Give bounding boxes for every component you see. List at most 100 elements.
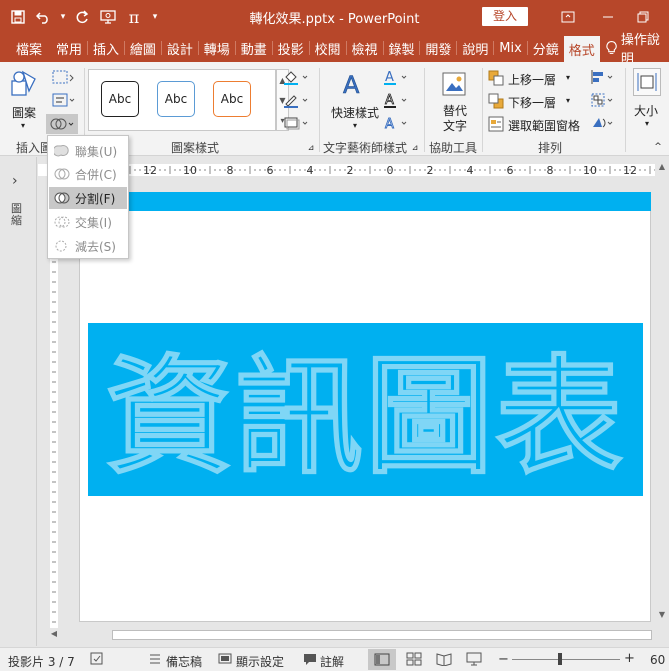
size-dropdown-icon[interactable]: ▾ bbox=[642, 119, 652, 128]
merge-shapes-button[interactable] bbox=[46, 114, 78, 134]
notes-icon[interactable] bbox=[148, 652, 162, 669]
sign-in-button[interactable]: 登入 bbox=[482, 7, 528, 26]
group-objects-icon[interactable] bbox=[588, 91, 618, 109]
quick-styles-label[interactable]: 快速樣式 bbox=[331, 104, 379, 121]
fragment-label: 分割(F) bbox=[75, 191, 116, 206]
shape-fill-icon[interactable] bbox=[280, 68, 312, 86]
svg-text:A: A bbox=[343, 71, 360, 99]
tab-design[interactable]: 設計 bbox=[162, 34, 198, 62]
thumbnail-panel-collapsed[interactable]: › 圖 縮 bbox=[0, 157, 37, 646]
shape-effects-icon[interactable] bbox=[280, 114, 312, 132]
pi-icon[interactable]: π bbox=[122, 6, 146, 28]
redo-icon[interactable] bbox=[70, 6, 94, 28]
align-icon[interactable] bbox=[588, 68, 618, 86]
bring-forward-dropdown-icon[interactable]: ▾ bbox=[563, 71, 573, 83]
tab-review[interactable]: 校閱 bbox=[310, 34, 346, 62]
zoom-in-icon[interactable]: + bbox=[624, 651, 635, 666]
tab-record[interactable]: 錄製 bbox=[383, 34, 419, 62]
normal-view-button[interactable] bbox=[368, 649, 396, 670]
shape-outline-icon[interactable] bbox=[280, 91, 312, 109]
menu-fragment[interactable]: 分割(F) bbox=[49, 187, 127, 209]
tab-storyboard[interactable]: 分鏡 bbox=[528, 34, 564, 62]
size-icon[interactable] bbox=[633, 68, 661, 96]
banner-text-outline[interactable]: 資訊圖表 bbox=[88, 323, 643, 496]
comments-icon[interactable] bbox=[303, 652, 317, 669]
selection-pane-icon[interactable] bbox=[487, 115, 505, 133]
slide-sorter-icon[interactable] bbox=[406, 652, 422, 669]
tab-home[interactable]: 常用 bbox=[51, 34, 87, 62]
shapes-gallery-icon[interactable] bbox=[8, 68, 40, 100]
tab-animations[interactable]: 動畫 bbox=[236, 34, 272, 62]
menu-intersect[interactable]: 交集(I) bbox=[49, 211, 127, 233]
ribbon-display-icon[interactable] bbox=[548, 0, 588, 34]
tab-insert[interactable]: 插入 bbox=[88, 34, 124, 62]
wordart-launcher-icon[interactable]: ⊿ bbox=[410, 142, 420, 152]
scroll-up-icon[interactable]: ▲ bbox=[656, 162, 668, 174]
tab-transitions[interactable]: 轉場 bbox=[199, 34, 235, 62]
comments-button[interactable]: 註解 bbox=[320, 653, 344, 670]
tab-mix[interactable]: Mix bbox=[494, 34, 527, 62]
shape-styles-launcher-icon[interactable]: ⊿ bbox=[306, 142, 316, 152]
zoom-level[interactable]: 60 bbox=[650, 653, 665, 667]
tab-format[interactable]: 格式 bbox=[563, 36, 600, 62]
tell-me-box[interactable]: 操作說明 bbox=[606, 33, 669, 67]
menu-subtract[interactable]: 減去(S) bbox=[49, 235, 127, 257]
display-settings-button[interactable]: 顯示設定 bbox=[236, 653, 284, 670]
collapse-ribbon-icon[interactable]: ^ bbox=[652, 142, 664, 152]
text-effects-icon[interactable]: A bbox=[380, 114, 412, 132]
text-outline-icon[interactable]: A bbox=[380, 91, 412, 109]
scroll-thumb[interactable] bbox=[112, 630, 652, 640]
shapes-label[interactable]: 圖案 bbox=[12, 104, 36, 121]
zoom-slider[interactable] bbox=[512, 653, 620, 665]
alt-text-icon[interactable] bbox=[438, 68, 470, 100]
slide-top-bar[interactable] bbox=[79, 192, 651, 211]
slide-banner-shape[interactable]: 資訊圖表 bbox=[88, 323, 643, 496]
quick-styles-icon[interactable]: A bbox=[336, 68, 372, 100]
zoom-slider-thumb[interactable] bbox=[558, 653, 562, 665]
expand-panel-icon[interactable]: › bbox=[12, 173, 18, 189]
edit-shape-icon[interactable] bbox=[48, 68, 78, 86]
tab-file[interactable]: 檔案 bbox=[6, 34, 51, 62]
tab-view[interactable]: 檢視 bbox=[347, 34, 383, 62]
present-icon[interactable] bbox=[96, 6, 120, 28]
text-box-icon[interactable] bbox=[48, 91, 78, 109]
tab-help[interactable]: 說明 bbox=[457, 34, 493, 62]
display-settings-icon[interactable] bbox=[218, 652, 232, 669]
title-bar: ▾ π ▾ 轉化效果.pptx - PowerPoint 登入 bbox=[0, 0, 669, 34]
zoom-out-icon[interactable]: − bbox=[498, 652, 509, 667]
save-icon[interactable] bbox=[6, 6, 30, 28]
scroll-left-icon[interactable]: ◀ bbox=[48, 629, 60, 641]
alt-text-label[interactable]: 替代文字 bbox=[442, 104, 468, 134]
tab-draw[interactable]: 繪圖 bbox=[125, 34, 161, 62]
size-label[interactable]: 大小 bbox=[634, 102, 658, 119]
tab-developer[interactable]: 開發 bbox=[420, 34, 456, 62]
slideshow-view-icon[interactable] bbox=[466, 652, 482, 669]
shapes-dropdown-icon[interactable]: ▾ bbox=[18, 121, 28, 130]
menu-combine[interactable]: 合併(C) bbox=[49, 163, 127, 185]
horizontal-scrollbar[interactable]: ◀ bbox=[46, 628, 655, 642]
undo-dropdown-icon[interactable]: ▾ bbox=[58, 6, 68, 28]
rotate-icon[interactable] bbox=[588, 114, 618, 132]
selection-pane-label[interactable]: 選取範圍窗格 bbox=[508, 117, 580, 134]
undo-icon[interactable] bbox=[32, 6, 56, 28]
tab-slideshow[interactable]: 投影 bbox=[273, 34, 309, 62]
notes-button[interactable]: 備忘稿 bbox=[166, 653, 202, 670]
fragment-icon bbox=[49, 191, 75, 205]
quick-styles-dropdown-icon[interactable]: ▾ bbox=[350, 121, 360, 130]
send-backward-label[interactable]: 下移一層 bbox=[508, 94, 556, 111]
spelling-icon[interactable] bbox=[90, 652, 104, 669]
send-backward-icon[interactable] bbox=[487, 92, 505, 110]
scroll-down-icon[interactable]: ▼ bbox=[656, 610, 668, 622]
send-backward-dropdown-icon[interactable]: ▾ bbox=[563, 94, 573, 106]
customize-qat-icon[interactable]: ▾ bbox=[148, 6, 162, 28]
style-preset-orange[interactable]: Abc bbox=[213, 81, 251, 117]
reading-view-icon[interactable] bbox=[436, 652, 452, 669]
bring-forward-label[interactable]: 上移一層 bbox=[508, 71, 556, 88]
menu-union[interactable]: 聯集(U) bbox=[49, 140, 127, 162]
shape-style-gallery[interactable]: Abc Abc Abc bbox=[88, 69, 276, 131]
style-preset-blue[interactable]: Abc bbox=[157, 81, 195, 117]
style-preset-dark[interactable]: Abc bbox=[101, 81, 139, 117]
bring-forward-icon[interactable] bbox=[487, 69, 505, 87]
vertical-scrollbar[interactable]: ▲ ▼ bbox=[655, 160, 669, 630]
text-fill-icon[interactable]: A bbox=[380, 68, 412, 86]
